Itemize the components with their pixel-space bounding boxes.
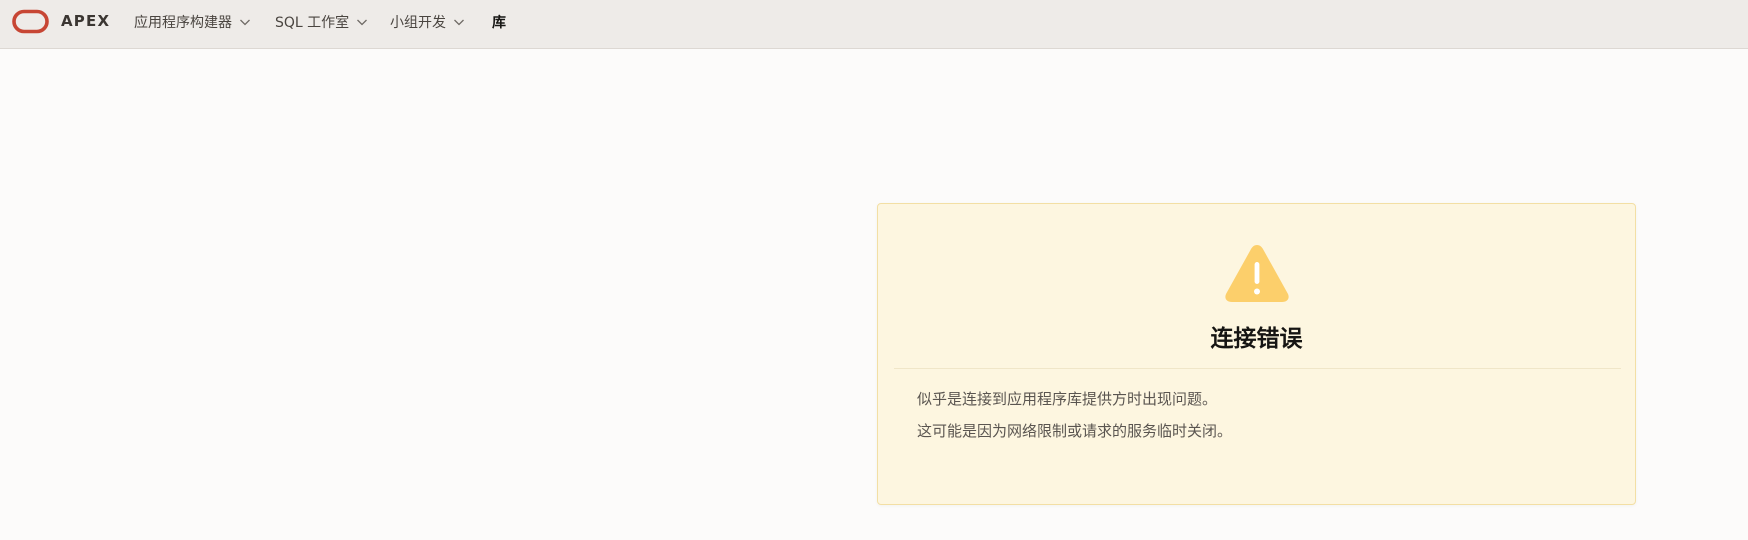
connection-error-alert: 连接错误 似乎是连接到应用程序库提供方时出现问题。 这可能是因为网络限制或请求的… — [877, 203, 1636, 505]
chevron-down-icon — [357, 19, 368, 26]
chevron-down-icon — [240, 19, 250, 26]
warning-icon — [1225, 245, 1289, 302]
nav-sql-workshop[interactable]: SQL 工作室 — [275, 12, 368, 32]
alert-title: 连接错误 — [1210, 326, 1303, 352]
nav-gallery[interactable]: 库 — [492, 12, 506, 32]
nav-label: 库 — [492, 15, 506, 31]
top-navigation-bar: APEX 应用程序构建器 SQL 工作室 小组开发 库 — [0, 0, 1748, 49]
nav-label: 应用程序构建器 — [134, 15, 232, 31]
divider — [894, 368, 1621, 369]
oracle-logo-icon[interactable] — [12, 9, 49, 34]
brand-name[interactable]: APEX — [61, 12, 110, 30]
nav-label: SQL 工作室 — [275, 15, 350, 31]
nav-team-development[interactable]: 小组开发 — [390, 12, 465, 32]
nav-label: 小组开发 — [390, 15, 446, 31]
nav-app-builder[interactable]: 应用程序构建器 — [134, 12, 251, 32]
alert-message: 这可能是因为网络限制或请求的服务临时关闭。 — [917, 422, 1233, 440]
chevron-down-icon — [454, 19, 464, 26]
alert-message: 似乎是连接到应用程序库提供方时出现问题。 — [917, 390, 1218, 408]
